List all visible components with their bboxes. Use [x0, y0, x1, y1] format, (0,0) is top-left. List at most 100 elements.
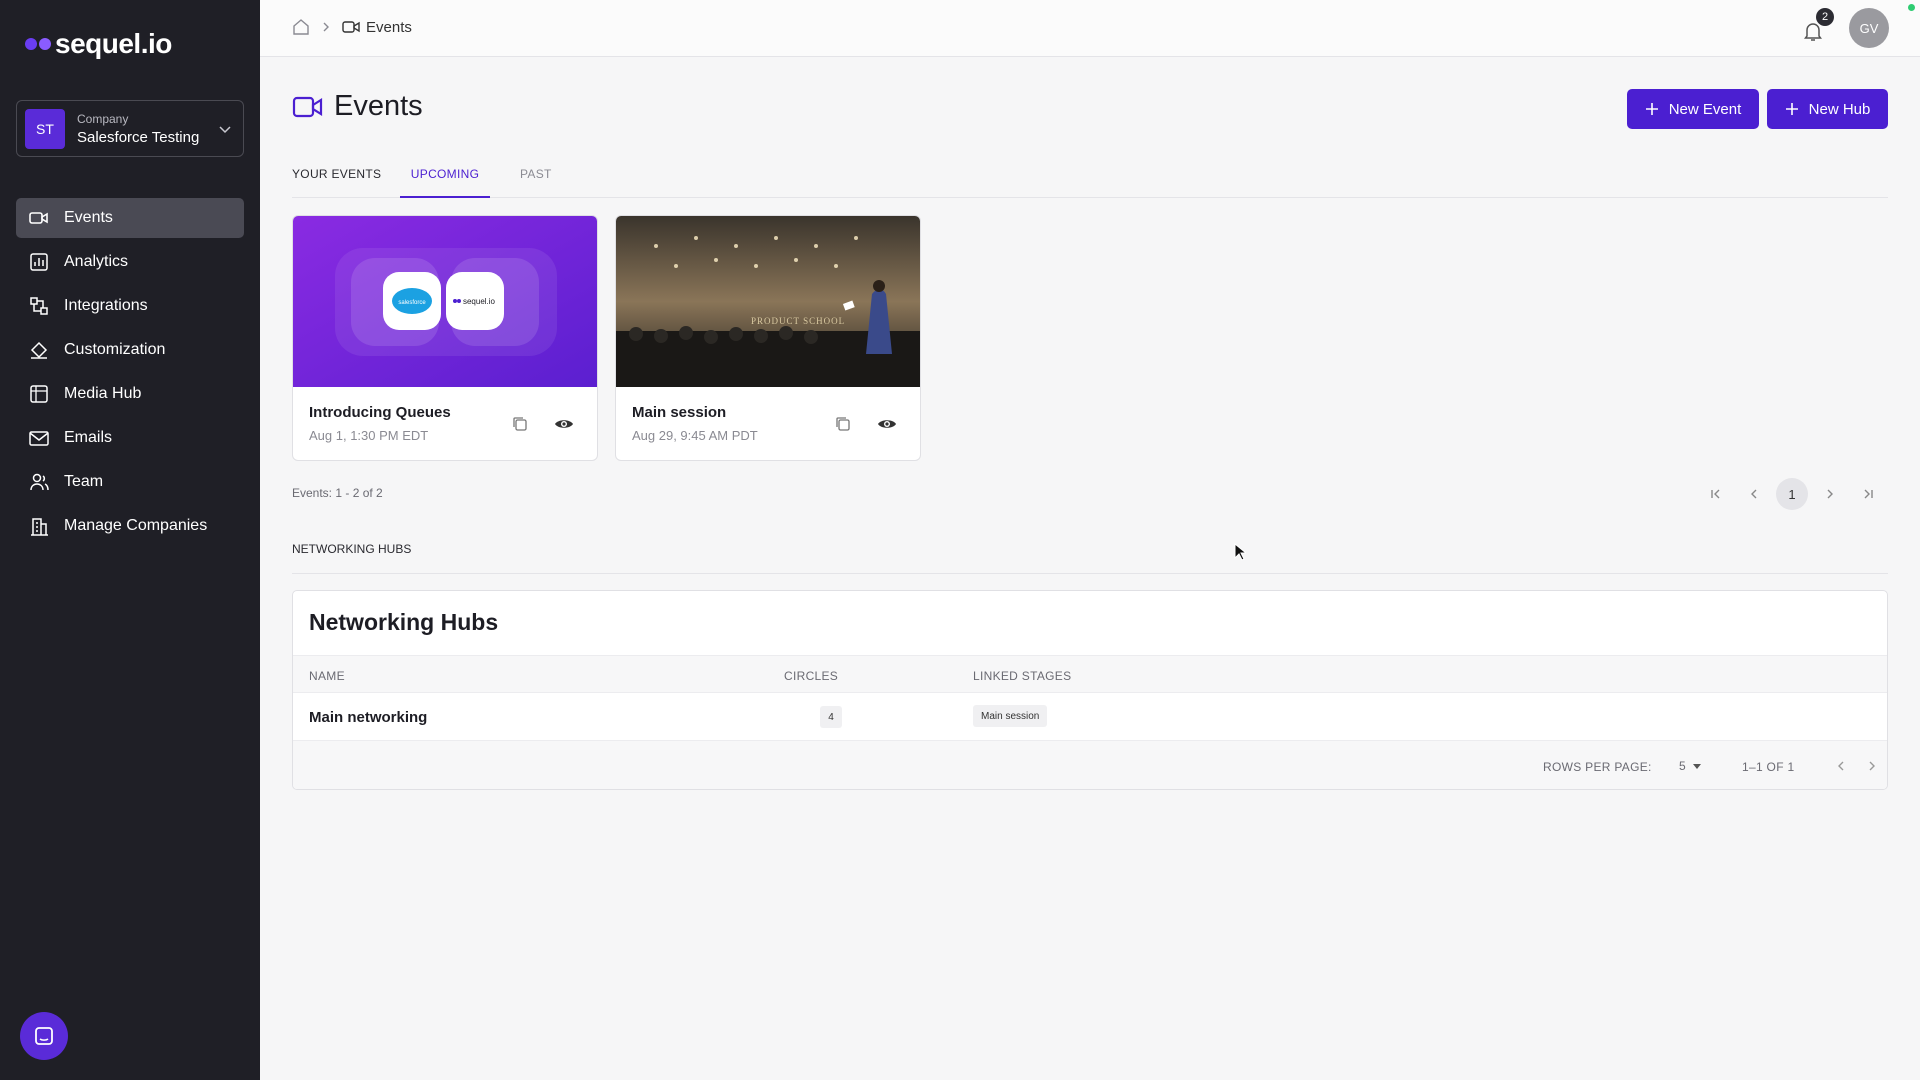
sequel-logo-text: sequel.io	[463, 297, 496, 306]
prev-page-button[interactable]	[1738, 478, 1770, 510]
duplicate-button[interactable]	[507, 411, 533, 437]
chat-icon	[35, 1027, 53, 1045]
chevron-right-icon	[323, 22, 329, 32]
video-camera-icon	[29, 212, 48, 224]
chevron-left-icon	[1838, 761, 1844, 771]
networking-hubs-title: Networking Hubs	[309, 609, 499, 635]
last-page-button[interactable]	[1852, 478, 1884, 510]
column-header-linked-stages[interactable]: LINKED STAGES	[973, 669, 1071, 683]
sidebar-item-events[interactable]: Events	[16, 198, 244, 238]
sidebar-item-emails[interactable]: Emails	[16, 418, 244, 458]
first-page-icon	[1711, 489, 1720, 499]
envelope-icon	[29, 431, 49, 446]
sidebar-item-media-hub[interactable]: Media Hub	[16, 374, 244, 414]
events-count: Events: 1 - 2 of 2	[292, 486, 383, 500]
sidebar: sequel.io ST Company Salesforce Testing …	[0, 0, 260, 1080]
sidebar-item-label: Emails	[64, 429, 113, 446]
prev-page-button[interactable]	[1828, 753, 1854, 779]
sidebar-item-label: Events	[64, 209, 113, 226]
rows-per-page-select[interactable]: 5	[1679, 754, 1702, 778]
event-tabs: YOUR EVENTS UPCOMING PAST	[292, 166, 1888, 198]
breadcrumb-current-label: Events	[366, 18, 412, 36]
eye-icon	[555, 420, 573, 428]
first-page-button[interactable]	[1700, 478, 1732, 510]
page-title: Events	[292, 90, 423, 123]
salesforce-logo-text: salesforce	[398, 300, 426, 306]
preview-button[interactable]	[551, 411, 577, 437]
next-page-button[interactable]	[1814, 478, 1846, 510]
brand-logo[interactable]: sequel.io	[25, 28, 172, 60]
sidebar-item-label: Integrations	[64, 297, 148, 314]
sidebar-item-manage-companies[interactable]: Manage Companies	[16, 506, 244, 546]
top-bar: Events 2 GV	[260, 0, 1920, 57]
sidebar-item-label: Media Hub	[64, 385, 142, 402]
chevron-left-icon	[1751, 489, 1757, 499]
event-card[interactable]: salesforce sequel.io Introducing Queues …	[292, 215, 598, 461]
logo-dots-icon	[25, 38, 51, 50]
plus-icon	[1785, 103, 1798, 115]
duplicate-button[interactable]	[830, 411, 856, 437]
breadcrumb: Events	[292, 18, 412, 36]
venue-banner-text: PRODUCT SCHOOL	[751, 316, 845, 326]
online-status-dot	[1908, 4, 1915, 11]
sidebar-item-label: Customization	[64, 341, 166, 358]
chevron-right-icon	[1827, 489, 1833, 499]
sidebar-item-analytics[interactable]: Analytics	[16, 242, 244, 282]
company-switcher[interactable]: ST Company Salesforce Testing	[16, 100, 244, 157]
company-avatar: ST	[25, 108, 65, 149]
sidebar-item-team[interactable]: Team	[16, 462, 244, 502]
sidebar-item-integrations[interactable]: Integrations	[16, 286, 244, 326]
hub-name: Main networking	[309, 709, 428, 726]
new-event-button[interactable]: New Event	[1627, 89, 1759, 129]
bar-chart-icon	[30, 253, 48, 271]
linked-stage-chip: Main session	[973, 705, 1048, 727]
copy-icon	[836, 417, 850, 431]
company-name: Salesforce Testing	[77, 128, 200, 146]
event-date: Aug 29, 9:45 AM PDT	[632, 428, 758, 443]
home-icon[interactable]	[292, 18, 310, 36]
plus-icon	[1645, 103, 1658, 115]
table-footer: ROWS PER PAGE: 5 1–1 OF 1	[293, 741, 1887, 789]
team-icon	[30, 473, 49, 491]
sidebar-nav: Events Analytics Integrations Customizat…	[16, 198, 244, 550]
chat-launcher-button[interactable]	[20, 1012, 68, 1060]
tab-your-events: YOUR EVENTS	[292, 167, 382, 181]
caret-down-icon	[1692, 764, 1701, 769]
copy-icon	[513, 417, 527, 431]
sidebar-item-label: Analytics	[64, 253, 129, 270]
column-header-name[interactable]: NAME	[309, 669, 345, 683]
page-title-text: Events	[334, 90, 423, 122]
preview-button[interactable]	[874, 411, 900, 437]
building-icon	[31, 518, 48, 536]
page-range: 1–1 OF 1	[1742, 760, 1795, 774]
new-hub-label: New Hub	[1808, 100, 1871, 118]
breadcrumb-current[interactable]: Events	[342, 19, 412, 36]
company-label: Company	[77, 111, 129, 126]
tab-past[interactable]: PAST	[520, 166, 552, 198]
event-title: Introducing Queues	[309, 404, 451, 421]
media-hub-icon	[30, 385, 48, 403]
eye-icon	[878, 420, 896, 428]
event-thumbnail: salesforce sequel.io	[293, 216, 597, 387]
integrations-icon	[30, 297, 48, 315]
next-page-button[interactable]	[1859, 753, 1885, 779]
sidebar-item-customization[interactable]: Customization	[16, 330, 244, 370]
video-camera-icon	[292, 96, 323, 117]
events-pagination: 1	[1700, 478, 1884, 510]
page-number-button[interactable]: 1	[1776, 478, 1808, 510]
brand-name: sequel.io	[55, 28, 172, 59]
rows-per-page-label: ROWS PER PAGE:	[1543, 760, 1652, 774]
new-hub-button[interactable]: New Hub	[1767, 89, 1888, 129]
column-header-circles[interactable]: CIRCLES	[784, 669, 838, 683]
sidebar-item-label: Manage Companies	[64, 517, 208, 534]
networking-hubs-section-label: NETWORKING HUBS	[292, 542, 1888, 574]
event-card[interactable]: PRODUCT SCHOOL Main session Aug 29, 9:45…	[615, 215, 921, 461]
event-thumbnail: PRODUCT SCHOOL	[616, 216, 920, 387]
tab-upcoming[interactable]: UPCOMING	[400, 166, 490, 198]
mouse-cursor-icon	[1234, 543, 1246, 561]
table-row[interactable]: Main networking 4 Main session	[293, 693, 1887, 741]
user-avatar[interactable]: GV	[1849, 8, 1889, 48]
circles-count: 4	[820, 706, 842, 728]
notifications-button[interactable]: 2	[1800, 8, 1834, 44]
last-page-icon	[1864, 489, 1873, 499]
